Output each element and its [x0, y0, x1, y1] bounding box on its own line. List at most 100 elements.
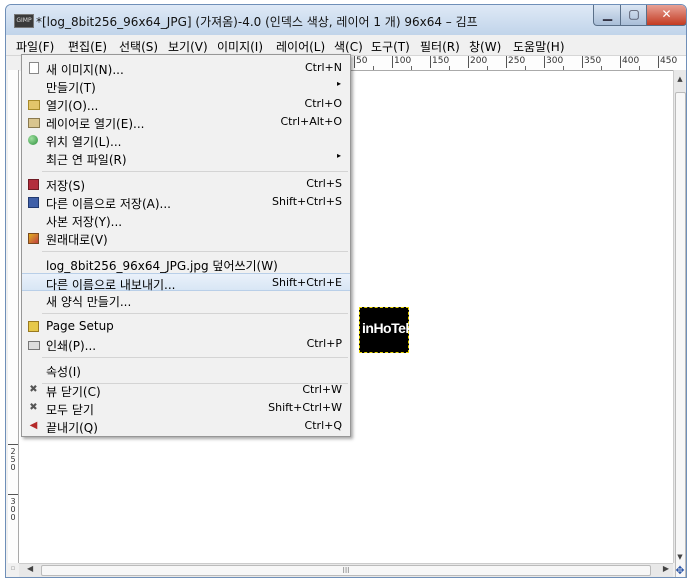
- menu-item-create[interactable]: 만들기(T) ▸: [22, 77, 350, 95]
- menu-item-open[interactable]: 열기(O)... Ctrl+O: [22, 95, 350, 113]
- menu-item-label: 모두 닫기: [46, 403, 94, 417]
- menu-bar: 파일(F) 편집(E) 선택(S) 보기(V) 이미지(I) 레이어(L) 색(…: [6, 35, 686, 56]
- scroll-up-arrow-icon[interactable]: ▲: [674, 75, 686, 83]
- menu-windows[interactable]: 창(W): [469, 38, 501, 55]
- navigate-icon[interactable]: ✥: [674, 564, 686, 577]
- menu-item-label: 위치 열기(L)...: [46, 135, 122, 149]
- ruler-tick: [8, 494, 18, 495]
- close-all-icon: ✖: [29, 402, 38, 413]
- menu-item-quit[interactable]: ◀ 끝내기(Q) Ctrl+Q: [22, 417, 350, 435]
- ruler-tick-label: 250: [506, 56, 526, 68]
- menu-item-export-as[interactable]: 다른 이름으로 내보내기... Shift+Ctrl+E: [22, 273, 350, 292]
- menu-item-shortcut: Shift+Ctrl+W: [268, 401, 342, 414]
- menu-select[interactable]: 선택(S): [119, 38, 158, 55]
- menu-item-save-as[interactable]: 다른 이름으로 저장(A)... Shift+Ctrl+S: [22, 193, 350, 211]
- file-menu-dropdown: 새 이미지(N)... Ctrl+N 만들기(T) ▸ 열기(O)... Ctr…: [21, 54, 351, 437]
- menu-item-shortcut: Ctrl+O: [304, 97, 342, 110]
- menu-item-shortcut: Ctrl+N: [304, 61, 342, 74]
- menu-item-shortcut: Shift+Ctrl+S: [272, 195, 342, 208]
- folder-open-icon: [28, 100, 40, 110]
- save-as-icon: [28, 197, 39, 208]
- revert-icon: [28, 233, 39, 244]
- submenu-arrow-icon: ▸: [336, 151, 341, 160]
- ruler-tick-label: 450: [658, 56, 678, 68]
- menu-layer[interactable]: 레이어(L): [276, 38, 325, 55]
- menu-item-label: 원래대로(V): [46, 233, 108, 247]
- ruler-tick-label: 300: [10, 497, 16, 522]
- menu-item-close-view[interactable]: ✖ 뷰 닫기(C) Ctrl+W: [22, 381, 350, 399]
- ruler-minor-tick: [525, 66, 526, 70]
- menu-item-label: 레이어로 열기(E)...: [46, 117, 145, 131]
- ruler-tick-label: 300: [544, 56, 564, 68]
- menu-item-shortcut: Ctrl+Alt+O: [280, 115, 342, 128]
- quit-icon: ◀: [29, 420, 38, 431]
- menu-item-page-setup[interactable]: Page Setup: [22, 317, 350, 335]
- maximize-button[interactable]: ▢: [620, 5, 648, 26]
- menu-file[interactable]: 파일(F): [16, 38, 54, 55]
- menu-separator: [42, 313, 348, 314]
- gimp-window: GIMP *[log_8bit256_96x64_JPG] (가져옴)-4.0 …: [5, 4, 687, 578]
- quick-mask-toggle[interactable]: ▫: [8, 564, 18, 577]
- close-button[interactable]: ✕: [646, 5, 686, 26]
- new-document-icon: [29, 62, 39, 74]
- menu-item-properties[interactable]: 속성(I): [22, 361, 350, 379]
- menu-item-new-image[interactable]: 새 이미지(N)... Ctrl+N: [22, 59, 350, 77]
- globe-icon: [28, 135, 38, 145]
- menu-edit[interactable]: 편집(E): [68, 38, 107, 55]
- ruler-tick-label: 400: [620, 56, 640, 68]
- ruler-tick: [8, 444, 18, 445]
- menu-colors[interactable]: 색(C): [334, 38, 363, 55]
- gimp-app-icon[interactable]: GIMP: [14, 14, 34, 28]
- ruler-minor-tick: [601, 66, 602, 70]
- image-layer[interactable]: inHoTek: [359, 307, 413, 353]
- menu-item-overwrite[interactable]: log_8bit256_96x64_JPG.jpg 덮어쓰기(W): [22, 255, 350, 273]
- menu-tools[interactable]: 도구(T): [371, 38, 410, 55]
- menu-filters[interactable]: 필터(R): [420, 38, 460, 55]
- vertical-scroll-thumb[interactable]: [675, 92, 686, 577]
- scroll-down-arrow-icon[interactable]: ▼: [674, 553, 686, 561]
- vertical-ruler[interactable]: 250 300: [8, 70, 19, 563]
- menu-item-open-location[interactable]: 위치 열기(L)...: [22, 131, 350, 149]
- menu-item-open-as-layers[interactable]: 레이어로 열기(E)... Ctrl+Alt+O: [22, 113, 350, 131]
- menu-item-print[interactable]: 인쇄(P)... Ctrl+P: [22, 335, 350, 353]
- menu-help[interactable]: 도움말(H): [513, 38, 565, 55]
- close-view-icon: ✖: [29, 384, 38, 395]
- menu-separator: [42, 357, 348, 358]
- vertical-scrollbar[interactable]: ▲ ▼: [673, 70, 686, 577]
- scroll-left-arrow-icon[interactable]: ◀: [27, 564, 33, 573]
- menu-item-shortcut: Ctrl+S: [306, 177, 342, 190]
- ruler-minor-tick: [373, 66, 374, 70]
- horizontal-ruler[interactable]: 50 100 150 200 250 300 350 400 450: [350, 56, 686, 71]
- ruler-tick-label: 250: [10, 447, 16, 472]
- submenu-arrow-icon: ▸: [336, 79, 341, 88]
- menu-item-create-template[interactable]: 새 양식 만들기...: [22, 291, 350, 309]
- ruler-minor-tick: [487, 66, 488, 70]
- save-icon: [28, 179, 39, 190]
- menu-item-label: log_8bit256_96x64_JPG.jpg 덮어쓰기(W): [46, 259, 278, 273]
- menu-item-label: 뷰 닫기(C): [46, 385, 101, 399]
- page-setup-icon: [28, 321, 39, 332]
- scroll-right-arrow-icon[interactable]: ▶: [663, 564, 669, 573]
- menu-item-close-all[interactable]: ✖ 모두 닫기 Shift+Ctrl+W: [22, 399, 350, 417]
- menu-view[interactable]: 보기(V): [168, 38, 208, 55]
- horizontal-scroll-thumb[interactable]: III: [41, 565, 651, 576]
- menu-item-revert[interactable]: 원래대로(V): [22, 229, 350, 247]
- title-bar[interactable]: GIMP *[log_8bit256_96x64_JPG] (가져옴)-4.0 …: [6, 5, 686, 35]
- ruler-tick-label: 50: [354, 56, 368, 68]
- menu-item-save[interactable]: 저장(S) Ctrl+S: [22, 175, 350, 193]
- menu-item-label: 끝내기(Q): [46, 421, 98, 435]
- menu-item-shortcut: Ctrl+Q: [304, 419, 342, 432]
- menu-image[interactable]: 이미지(I): [217, 38, 263, 55]
- menu-item-label: 다른 이름으로 저장(A)...: [46, 197, 171, 211]
- menu-item-label: 최근 연 파일(R): [46, 153, 127, 167]
- minimize-button[interactable]: ▁: [593, 5, 622, 26]
- open-as-layers-icon: [28, 118, 40, 128]
- menu-item-save-copy[interactable]: 사본 저장(Y)...: [22, 211, 350, 229]
- horizontal-scrollbar[interactable]: ◀ III ▶: [19, 563, 673, 577]
- menu-separator: [42, 251, 348, 252]
- image-text: inHoTek: [362, 320, 413, 336]
- menu-item-open-recent[interactable]: 최근 연 파일(R) ▸: [22, 149, 350, 167]
- menu-item-label: 인쇄(P)...: [46, 339, 97, 353]
- menu-item-label: 저장(S): [46, 179, 86, 193]
- printer-icon: [28, 341, 40, 350]
